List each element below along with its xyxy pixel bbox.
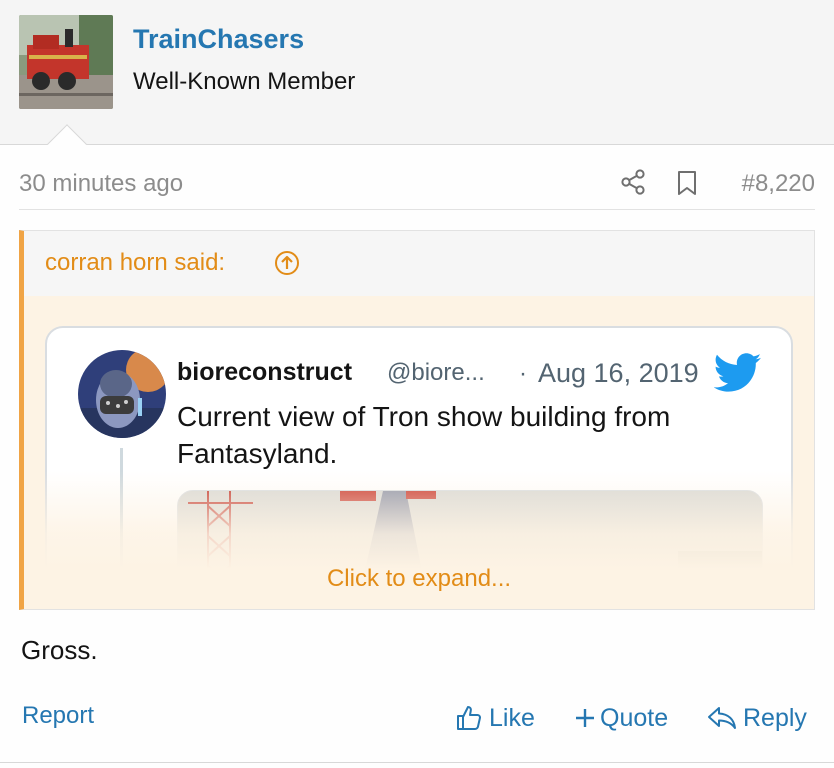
tweet-author-avatar[interactable] [78, 350, 166, 438]
arrow-up-circle-icon[interactable] [274, 250, 300, 276]
bookmark-icon[interactable] [675, 169, 699, 197]
quote-label: Quote [600, 703, 669, 732]
post-divider [0, 762, 834, 763]
tweet-separator: · [519, 360, 527, 387]
quote-block: corran horn said: bioreconstruct @biore.… [19, 230, 815, 610]
post-body-text: Gross. [21, 635, 98, 665]
report-link[interactable]: Report [22, 702, 94, 730]
tweet-text: Current view of Tron show building from … [177, 401, 671, 469]
reply-label: Reply [743, 703, 807, 732]
reply-button[interactable]: Reply [707, 703, 807, 733]
train-photo-avatar [19, 15, 113, 109]
quote-header: corran horn said: [24, 231, 814, 296]
reply-arrow-icon [708, 707, 736, 729]
username-link[interactable]: TrainChasers [133, 24, 304, 55]
click-to-expand-link[interactable]: Click to expand... [24, 565, 814, 593]
tweet-author-name[interactable]: bioreconstruct [177, 358, 352, 387]
thumbs-up-icon [457, 706, 481, 730]
tweet-date[interactable]: Aug 16, 2019 [538, 358, 699, 389]
user-header: TrainChasers Well-Known Member [0, 0, 834, 145]
share-icon[interactable] [620, 168, 646, 196]
twitter-bird-icon[interactable] [714, 353, 762, 393]
quote-button[interactable]: Quote [574, 703, 668, 733]
post-meta: 30 minutes ago #8,220 [19, 162, 815, 210]
user-title: Well-Known Member [133, 68, 356, 95]
plus-icon [576, 709, 594, 727]
like-label: Like [489, 703, 535, 732]
tweet-author-handle[interactable]: @biore... [387, 359, 485, 387]
like-button[interactable]: Like [455, 703, 535, 733]
quote-author-link[interactable]: corran horn said: [45, 249, 225, 277]
post-timestamp[interactable]: 30 minutes ago [19, 170, 183, 198]
user-avatar[interactable] [19, 15, 113, 109]
post-number-link[interactable]: #8,220 [742, 170, 815, 198]
